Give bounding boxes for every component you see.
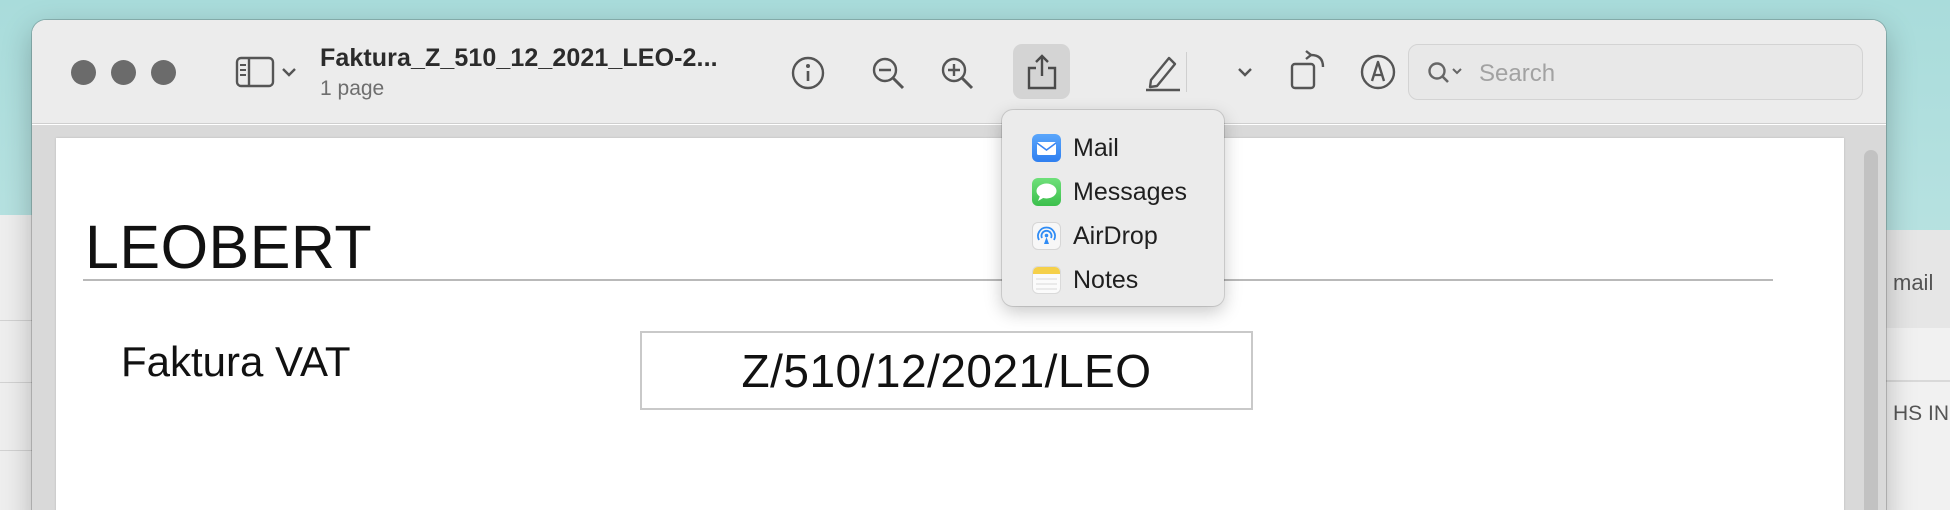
- info-icon: [790, 55, 826, 91]
- toolbar-divider: [1186, 52, 1187, 92]
- highlight-options-button[interactable]: [1235, 62, 1255, 82]
- search-placeholder: Search: [1479, 60, 1556, 87]
- share-menu: Mail Messages AirDrop Notes: [1002, 110, 1224, 306]
- messages-icon: [1032, 178, 1061, 206]
- vertical-scrollbar[interactable]: [1864, 150, 1878, 510]
- toolbar: Faktura_Z_510_12_2021_LEO-2... 1 page Se…: [32, 20, 1886, 124]
- document-page: [56, 138, 1844, 510]
- share-menu-label: AirDrop: [1073, 222, 1158, 250]
- document-type: Faktura VAT: [121, 338, 351, 385]
- highlight-pen-icon: [1143, 52, 1183, 92]
- background-window-right: mail HS IN: [1885, 230, 1950, 510]
- background-text: mail: [1893, 270, 1934, 295]
- close-window-button[interactable]: [71, 60, 96, 85]
- share-menu-item-mail[interactable]: Mail: [1002, 126, 1224, 168]
- minimize-window-button[interactable]: [111, 60, 136, 85]
- share-icon: [1027, 54, 1057, 90]
- company-name: LEOBERT: [85, 213, 373, 281]
- zoom-out-button[interactable]: [869, 54, 907, 92]
- share-menu-item-messages[interactable]: Messages: [1002, 170, 1224, 212]
- background-window-left: [0, 215, 32, 510]
- notes-icon: [1032, 266, 1061, 294]
- share-menu-label: Mail: [1073, 134, 1119, 162]
- sidebar-toggle-button[interactable]: [226, 52, 306, 92]
- share-menu-label: Notes: [1073, 266, 1139, 294]
- zoom-window-button[interactable]: [151, 60, 176, 85]
- share-menu-item-airdrop[interactable]: AirDrop: [1002, 214, 1224, 256]
- info-button[interactable]: [789, 54, 827, 92]
- rotate-button[interactable]: [1288, 48, 1330, 94]
- zoom-in-button[interactable]: [938, 54, 976, 92]
- chevron-down-icon: [281, 66, 297, 78]
- background-text: HS IN: [1893, 402, 1950, 425]
- mail-icon: [1032, 134, 1061, 162]
- header-rule: [83, 279, 1773, 281]
- search-field[interactable]: Search: [1408, 44, 1863, 100]
- share-menu-label: Messages: [1073, 178, 1187, 206]
- markup-button[interactable]: [1358, 52, 1398, 92]
- airdrop-icon: [1032, 222, 1061, 250]
- chevron-down-icon: [1237, 66, 1253, 78]
- markup-icon: [1359, 53, 1397, 91]
- zoom-in-icon: [939, 55, 975, 91]
- invoice-number: Z/510/12/2021/LEO: [741, 344, 1152, 397]
- invoice-number-box: Z/510/12/2021/LEO: [640, 331, 1253, 410]
- highlight-button[interactable]: [1142, 50, 1184, 94]
- document-title: Faktura_Z_510_12_2021_LEO-2...: [320, 44, 718, 72]
- rotate-icon: [1289, 50, 1329, 92]
- zoom-out-icon: [870, 55, 906, 91]
- page-count: 1 page: [320, 77, 385, 100]
- search-icon: [1427, 61, 1467, 85]
- share-button[interactable]: [1013, 44, 1070, 99]
- share-menu-item-notes[interactable]: Notes: [1002, 258, 1224, 300]
- sidebar-icon: [235, 56, 275, 88]
